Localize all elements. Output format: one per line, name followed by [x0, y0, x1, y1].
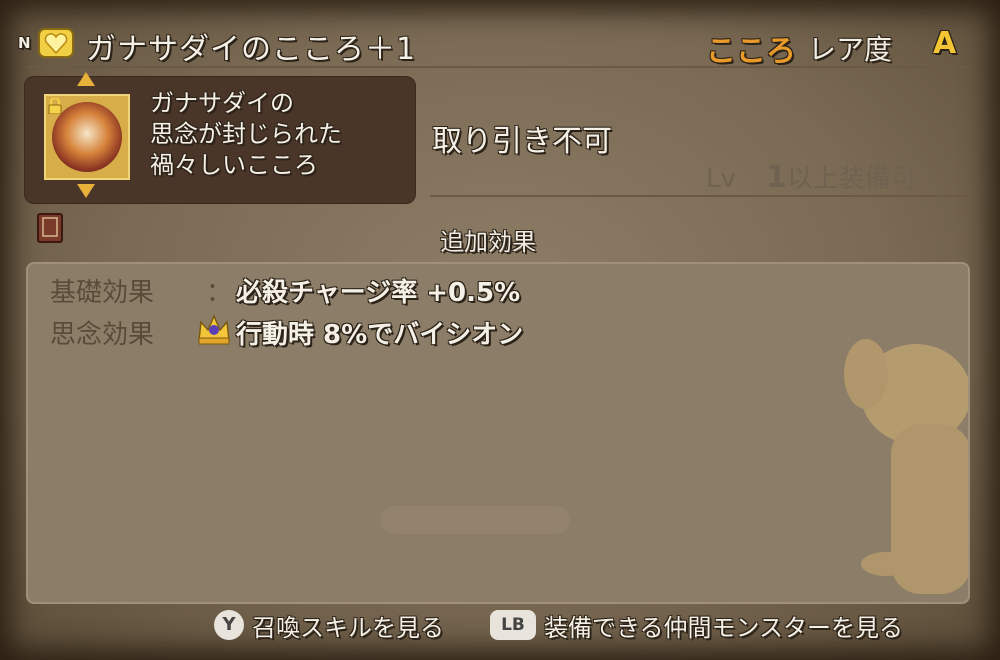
rarity-value: A — [933, 26, 957, 61]
effects-panel: 基礎効果 ： 必殺チャージ率 +0.5% 思念効果 行動時 8%でバイシオン — [26, 262, 970, 604]
trade-status: 取り引き不可 — [432, 124, 612, 159]
monster-figure-image — [844, 339, 968, 594]
kokoro-label: こころ — [706, 34, 796, 69]
level-prefix: Lv — [706, 164, 736, 194]
effect-separator: ： — [206, 278, 233, 308]
effect-value-thought: 行動時 8%でバイシオン — [236, 320, 524, 350]
monster-face-image — [52, 102, 122, 172]
y-button[interactable]: Y — [214, 610, 244, 640]
effect-label-basic: 基礎効果 — [50, 278, 155, 308]
level-suffix: 以上装備可 — [786, 164, 917, 194]
extra-effects-title: 追加効果 — [440, 228, 536, 256]
level-divider — [430, 195, 970, 197]
background-decoration — [380, 506, 570, 534]
crown-icon — [198, 314, 230, 345]
n-badge: N — [18, 34, 31, 52]
scroll-down-icon[interactable] — [77, 184, 95, 198]
level-requirement: Lv 1以上装備可 — [706, 158, 917, 195]
effect-label-thought: 思念効果 — [50, 320, 155, 350]
scroll-up-icon[interactable] — [77, 72, 95, 86]
book-icon[interactable] — [36, 212, 64, 244]
view-summon-skill-button[interactable]: 召喚スキルを見る — [252, 608, 444, 643]
description-line: ガナサダイの — [150, 89, 294, 117]
item-title: ガナサダイのこころ＋1 — [86, 32, 417, 67]
view-equippable-monsters-button[interactable]: 装備できる仲間モンスターを見る — [544, 608, 903, 643]
heart-icon — [38, 28, 74, 58]
level-value: 1 — [765, 160, 787, 195]
rarity-label: レア度 — [808, 33, 893, 66]
description-line: 思念が封じられた — [150, 120, 342, 148]
effect-value-basic: 必殺チャージ率 +0.5% — [236, 278, 521, 308]
lb-button[interactable]: LB — [490, 610, 536, 640]
item-description: ガナサダイの 思念が封じられた 禍々しいこころ — [150, 88, 342, 181]
header-divider — [28, 66, 970, 68]
description-line: 禍々しいこころ — [150, 151, 318, 179]
lock-icon — [48, 98, 62, 114]
